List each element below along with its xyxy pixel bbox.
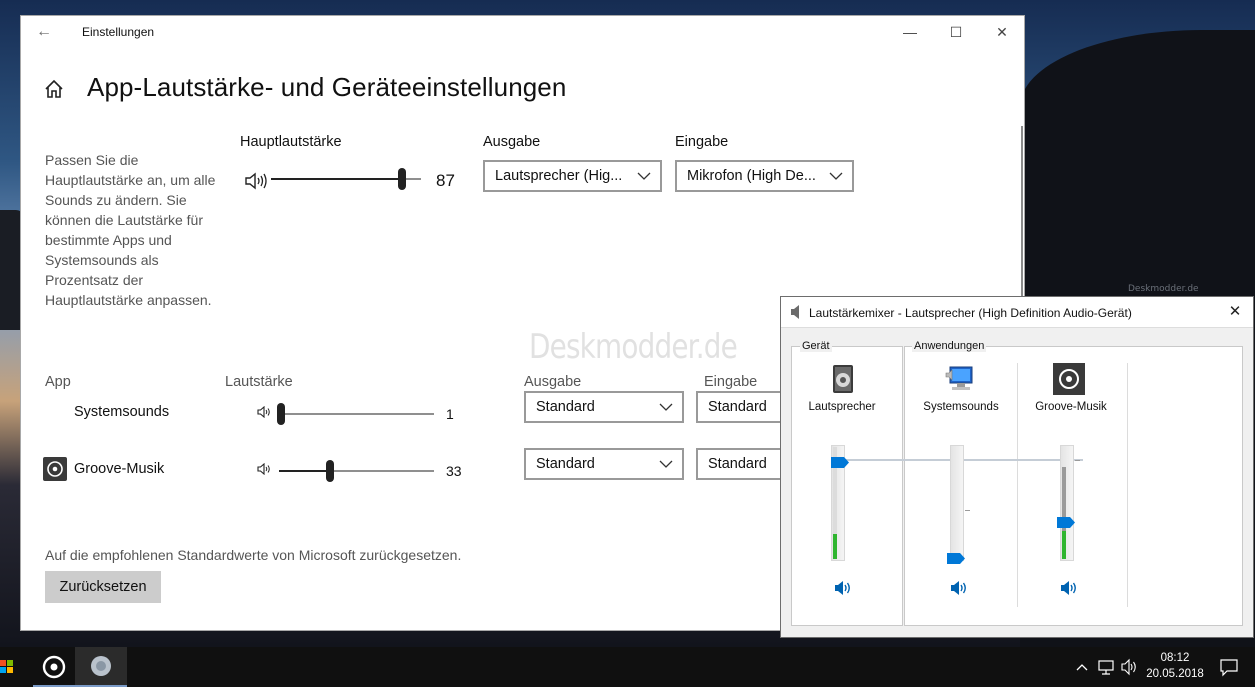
groove-input-dropdown[interactable]: Standard <box>696 448 786 480</box>
groove-music-icon <box>43 457 67 481</box>
settings-titlebar: ← Einstellungen — ☐ ✕ <box>21 16 1024 48</box>
master-volume-fill <box>271 178 402 180</box>
volume-mixer-icon <box>91 656 111 676</box>
taskbar: 08:12 20.05.2018 <box>0 647 1255 687</box>
mixer-titlebar: Lautstärkemixer - Lautsprecher (High Def… <box>781 297 1253 328</box>
chevron-down-icon <box>637 172 651 180</box>
chevron-down-icon <box>659 460 673 468</box>
groove-input-value: Standard <box>708 456 767 472</box>
device-group-label: Gerät <box>800 340 832 352</box>
reset-button[interactable]: Zurücksetzen <box>45 571 161 603</box>
lautsprecher-volume-thumb[interactable] <box>831 456 849 468</box>
speaker-icon[interactable] <box>257 463 271 475</box>
action-center-icon[interactable] <box>1219 647 1239 687</box>
systemsounds-volume-value: 1 <box>446 406 454 422</box>
systemsounds-volume-thumb[interactable] <box>276 403 285 425</box>
lautsprecher-mute-button[interactable] <box>834 580 852 596</box>
groove-volume-fill <box>279 470 331 472</box>
groove-meter-fill <box>1062 531 1066 559</box>
groove-mute-button[interactable] <box>1060 580 1078 596</box>
systemsounds-input-value: Standard <box>708 399 767 415</box>
separator <box>1017 363 1018 607</box>
speaker-icon[interactable] <box>257 406 271 418</box>
chevron-up-icon[interactable] <box>1074 647 1090 687</box>
systemsounds-mute-button[interactable] <box>950 580 968 596</box>
taskbar-groove-music[interactable] <box>33 647 75 687</box>
speaker-icon[interactable] <box>244 172 268 190</box>
window-title: Einstellungen <box>82 25 155 39</box>
speaker-device-icon <box>833 365 853 393</box>
channel-label-systemsounds: Systemsounds <box>923 401 999 413</box>
page-title: App-Lautstärke- und Geräteeinstellungen <box>87 72 567 102</box>
mixer-close-button[interactable]: ✕ <box>1221 301 1249 323</box>
deskmodder-watermark: Deskmodder.de <box>529 327 738 367</box>
lautsprecher-meter-fill <box>833 534 837 559</box>
tick-mark <box>1075 460 1080 461</box>
output-column-header: Ausgabe <box>524 374 582 390</box>
applications-group-label: Anwendungen <box>912 340 987 352</box>
tick-mark <box>965 510 970 511</box>
groove-output-dropdown[interactable]: Standard <box>524 448 684 480</box>
taskbar-volume-mixer[interactable] <box>75 647 127 687</box>
mixer-title: Lautstärkemixer - Lautsprecher (High Def… <box>809 306 1132 320</box>
groove-music-icon <box>42 655 66 679</box>
groove-output-value: Standard <box>536 456 595 472</box>
master-level-line <box>845 459 1083 461</box>
reset-description: Auf die empfohlenen Standardwerte von Mi… <box>45 547 462 563</box>
desktop-watermark: Deskmodder.de <box>1128 284 1199 294</box>
volume-mixer-window: Lautstärkemixer - Lautsprecher (High Def… <box>780 296 1254 638</box>
scrollbar[interactable] <box>1021 126 1023 306</box>
speaker-icon <box>791 305 799 319</box>
output-label: Ausgabe <box>483 134 541 150</box>
app-column-header: App <box>45 374 71 390</box>
description-text: Passen Sie die Hauptlautstärke an, um al… <box>45 152 216 308</box>
system-sounds-icon <box>945 366 973 390</box>
taskbar-clock[interactable]: 08:12 20.05.2018 <box>1140 650 1210 682</box>
systemsounds-input-dropdown[interactable]: Standard <box>696 391 786 423</box>
chevron-down-icon <box>829 172 843 180</box>
input-label: Eingabe <box>675 134 729 150</box>
channel-label-lautsprecher: Lautsprecher <box>808 401 876 413</box>
chevron-down-icon <box>659 403 673 411</box>
maximize-button[interactable]: ☐ <box>933 20 979 44</box>
groove-volume-thumb[interactable] <box>326 460 335 482</box>
master-volume-label: Hauptlautstärke <box>240 134 342 150</box>
input-device-dropdown[interactable]: Mikrofon (High De... <box>675 160 854 192</box>
input-column-header: Eingabe <box>704 374 758 390</box>
groove-mixer-volume-thumb[interactable] <box>1057 517 1075 529</box>
clock-date: 20.05.2018 <box>1146 668 1204 680</box>
start-windows-icon[interactable] <box>0 647 14 687</box>
separator <box>1127 363 1128 607</box>
channel-label-groove-musik: Groove-Musik <box>1035 401 1107 413</box>
volume-column-header: Lautstärke <box>225 374 293 390</box>
back-arrow-icon[interactable]: ← <box>33 22 55 42</box>
volume-tray-icon[interactable] <box>1121 647 1139 687</box>
output-device-dropdown[interactable]: Lautsprecher (Hig... <box>483 160 662 192</box>
app-name-groove-musik: Groove-Musik <box>74 461 165 477</box>
groove-volume-value: 33 <box>446 463 462 479</box>
close-button[interactable]: ✕ <box>979 20 1025 44</box>
output-device-value: Lautsprecher (Hig... <box>495 168 623 184</box>
systemsounds-mixer-volume-thumb[interactable] <box>947 552 965 564</box>
systemsounds-mixer-volume-track[interactable] <box>950 445 964 561</box>
groove-music-icon <box>1053 363 1085 395</box>
input-device-value: Mikrofon (High De... <box>687 168 816 184</box>
network-icon[interactable] <box>1097 647 1117 687</box>
systemsounds-output-value: Standard <box>536 399 595 415</box>
clock-time: 08:12 <box>1160 652 1190 664</box>
systemsounds-output-dropdown[interactable]: Standard <box>524 391 684 423</box>
minimize-button[interactable]: — <box>887 20 933 44</box>
systemsounds-volume-track[interactable] <box>279 413 434 415</box>
home-icon[interactable] <box>43 78 65 100</box>
master-volume-thumb[interactable] <box>397 168 406 190</box>
master-volume-value: 87 <box>436 171 455 190</box>
app-name-systemsounds: Systemsounds <box>74 404 170 420</box>
